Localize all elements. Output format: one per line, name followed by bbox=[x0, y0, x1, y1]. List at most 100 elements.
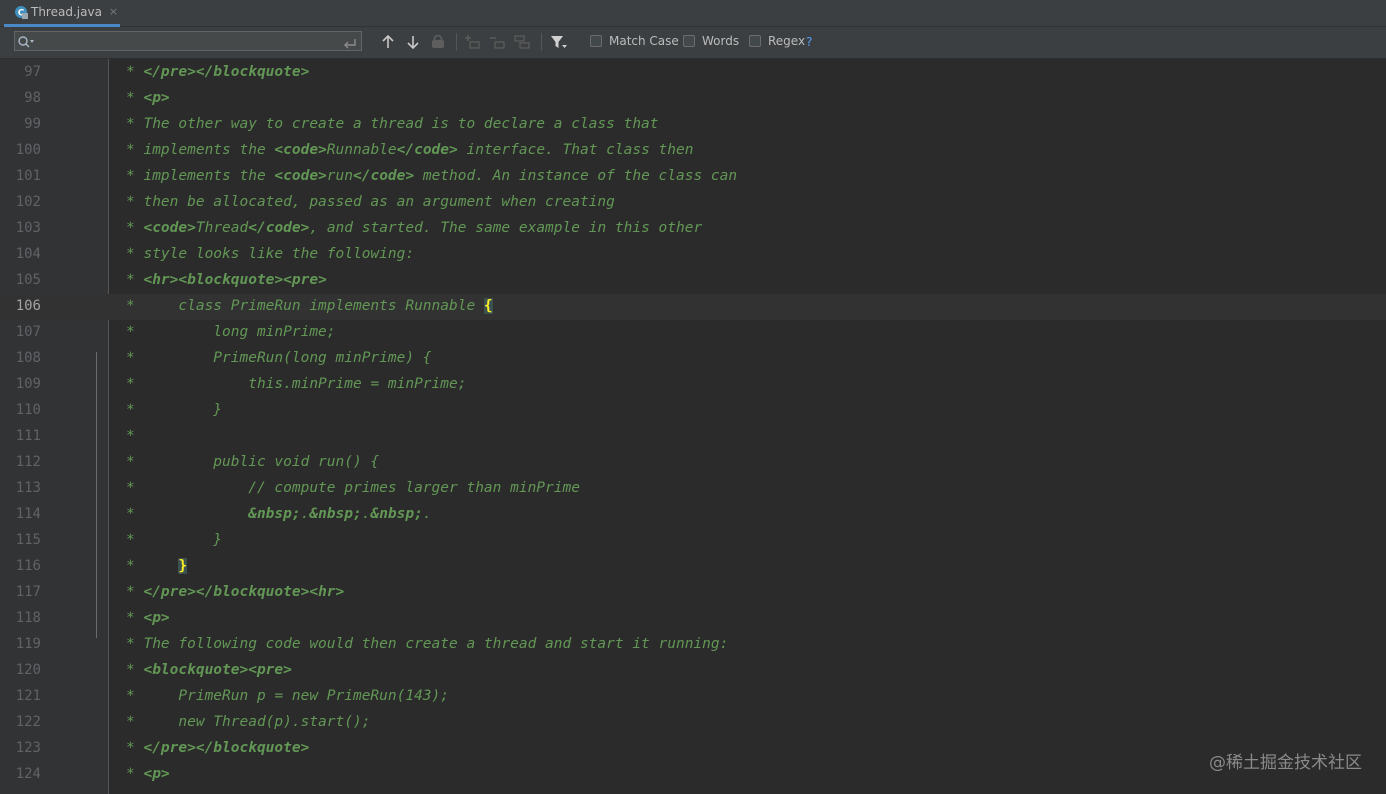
code-text[interactable]: * <code>Thread</code>, and started. The … bbox=[126, 215, 702, 241]
code-text[interactable]: * The other way to create a thread is to… bbox=[126, 111, 659, 137]
code-line[interactable]: 121 * PrimeRun p = new PrimeRun(143); bbox=[0, 683, 1386, 709]
code-text[interactable]: * new Thread(p).start(); bbox=[126, 709, 370, 735]
code-line[interactable]: 110 * } bbox=[0, 397, 1386, 423]
code-line[interactable]: 111 * bbox=[0, 423, 1386, 449]
new-line-icon[interactable] bbox=[343, 35, 357, 54]
search-input[interactable] bbox=[37, 33, 337, 49]
close-icon[interactable]: × bbox=[109, 6, 118, 18]
words-label: Words bbox=[702, 34, 740, 48]
code-text[interactable]: * style looks like the following: bbox=[126, 241, 414, 267]
code-text[interactable]: * public void run() { bbox=[126, 449, 379, 475]
code-text[interactable]: * <p> bbox=[126, 761, 170, 787]
filter-icon[interactable] bbox=[550, 34, 567, 50]
code-text[interactable]: * this.minPrime = minPrime; bbox=[126, 371, 466, 397]
comment-token: * bbox=[126, 610, 144, 626]
line-number: 102 bbox=[15, 194, 41, 210]
code-line[interactable]: 112 * public void run() { bbox=[0, 449, 1386, 475]
regex-label: Regex bbox=[768, 34, 806, 48]
code-text[interactable]: * PrimeRun(long minPrime) { bbox=[126, 345, 432, 371]
comment-token: * new Thread(p).start(); bbox=[126, 714, 371, 730]
next-occurrence-icon[interactable] bbox=[405, 34, 421, 50]
line-number: 120 bbox=[15, 662, 41, 678]
code-line[interactable]: 100 * implements the <code>Runnable</code… bbox=[0, 137, 1386, 163]
comment-token: * bbox=[126, 740, 144, 756]
code-line[interactable]: 124 * <p> bbox=[0, 761, 1386, 787]
html-tag-token: <code> bbox=[143, 220, 196, 236]
code-text[interactable]: * } bbox=[126, 527, 222, 553]
toolbar-separator bbox=[456, 33, 457, 51]
code-line[interactable]: 104 * style looks like the following: bbox=[0, 241, 1386, 267]
line-number: 109 bbox=[15, 376, 41, 392]
code-line[interactable]: 98 * <p> bbox=[0, 85, 1386, 111]
checkbox-box[interactable] bbox=[683, 35, 695, 47]
code-line[interactable]: 109 * this.minPrime = minPrime; bbox=[0, 371, 1386, 397]
code-line[interactable]: 101 * implements the <code>run</code> met… bbox=[0, 163, 1386, 189]
comment-token: * bbox=[126, 766, 144, 782]
code-text[interactable]: * </pre></blockquote> bbox=[126, 735, 309, 761]
code-text[interactable]: * <blockquote><pre> bbox=[126, 657, 292, 683]
code-text[interactable]: * then be allocated, passed as an argume… bbox=[126, 189, 615, 215]
code-line[interactable]: 116 * } bbox=[0, 553, 1386, 579]
comment-token: * } bbox=[126, 532, 223, 548]
code-text[interactable]: * </pre></blockquote><hr> bbox=[126, 579, 344, 605]
code-line[interactable]: 106 * class PrimeRun implements Runnable … bbox=[0, 293, 1386, 319]
line-number: 114 bbox=[15, 506, 41, 522]
code-text[interactable]: * long minPrime; bbox=[126, 319, 336, 345]
line-number: 113 bbox=[15, 480, 41, 496]
html-tag-token: <hr><blockquote><pre> bbox=[143, 272, 327, 288]
add-occurrence-icon[interactable] bbox=[464, 34, 480, 50]
regex-help-icon[interactable]: ? bbox=[806, 35, 812, 49]
code-line[interactable]: 97 * </pre></blockquote> bbox=[0, 59, 1386, 85]
remove-occurrence-icon[interactable] bbox=[489, 34, 505, 50]
line-number: 110 bbox=[15, 402, 41, 418]
previous-occurrence-icon[interactable] bbox=[380, 34, 396, 50]
code-text[interactable]: * The following code would then create a… bbox=[126, 631, 728, 657]
comment-token: * style looks like the following: bbox=[126, 246, 415, 262]
match-case-checkbox[interactable]: Match Case bbox=[590, 34, 679, 48]
comment-token: * // compute primes larger than minPrime bbox=[126, 480, 580, 496]
code-text[interactable]: * </pre></blockquote> bbox=[126, 59, 309, 85]
code-line[interactable]: 119 * The following code would then creat… bbox=[0, 631, 1386, 657]
code-text[interactable]: * implements the <code>run</code> method… bbox=[126, 163, 737, 189]
checkbox-box[interactable] bbox=[590, 35, 602, 47]
code-line[interactable]: 114 * &nbsp;.&nbsp;.&nbsp;. bbox=[0, 501, 1386, 527]
code-line[interactable]: 99 * The other way to create a thread is … bbox=[0, 111, 1386, 137]
line-number: 111 bbox=[15, 428, 41, 444]
words-checkbox[interactable]: Words bbox=[683, 34, 739, 48]
html-tag-token: <code> bbox=[274, 168, 327, 184]
code-text[interactable]: * implements the <code>Runnable</code> i… bbox=[126, 137, 693, 163]
code-line[interactable]: 107 * long minPrime; bbox=[0, 319, 1386, 345]
code-text[interactable]: * PrimeRun p = new PrimeRun(143); bbox=[126, 683, 449, 709]
code-line[interactable]: 113 * // compute primes larger than minPr… bbox=[0, 475, 1386, 501]
search-field[interactable] bbox=[14, 31, 362, 51]
code-line[interactable]: 108 * PrimeRun(long minPrime) { bbox=[0, 345, 1386, 371]
code-text[interactable]: * } bbox=[126, 553, 188, 579]
tab-thread-java[interactable]: C Thread.java × bbox=[4, 0, 120, 27]
regex-checkbox[interactable]: Regex bbox=[749, 34, 805, 48]
code-text[interactable]: * // compute primes larger than minPrime bbox=[126, 475, 580, 501]
code-text[interactable]: * class PrimeRun implements Runnable { bbox=[126, 293, 493, 319]
checkbox-box[interactable] bbox=[749, 35, 761, 47]
code-line[interactable]: 105 * <hr><blockquote><pre> bbox=[0, 267, 1386, 293]
code-line[interactable]: 122 * new Thread(p).start(); bbox=[0, 709, 1386, 735]
code-line[interactable]: 115 * } bbox=[0, 527, 1386, 553]
code-text[interactable]: * <p> bbox=[126, 85, 170, 111]
code-line[interactable]: 117 * </pre></blockquote><hr> bbox=[0, 579, 1386, 605]
code-text[interactable]: * <p> bbox=[126, 605, 170, 631]
comment-token: * The following code would then create a… bbox=[126, 636, 729, 652]
code-line[interactable]: 120 * <blockquote><pre> bbox=[0, 657, 1386, 683]
search-icon[interactable] bbox=[17, 34, 35, 53]
match-case-label: Match Case bbox=[609, 34, 679, 48]
comment-token: * bbox=[126, 506, 249, 522]
code-line[interactable]: 118 * <p> bbox=[0, 605, 1386, 631]
line-number: 121 bbox=[15, 688, 41, 704]
find-in-path-icon[interactable] bbox=[430, 34, 446, 50]
code-text[interactable]: * <hr><blockquote><pre> bbox=[126, 267, 327, 293]
code-line[interactable]: 103 * <code>Thread</code>, and started. T… bbox=[0, 215, 1386, 241]
code-line[interactable]: 123 * </pre></blockquote> bbox=[0, 735, 1386, 761]
select-all-occurrences-icon[interactable] bbox=[514, 34, 530, 50]
code-line[interactable]: 102 * then be allocated, passed as an arg… bbox=[0, 189, 1386, 215]
code-text[interactable]: * bbox=[126, 423, 135, 449]
code-text[interactable]: * &nbsp;.&nbsp;.&nbsp;. bbox=[126, 501, 432, 527]
code-text[interactable]: * } bbox=[126, 397, 222, 423]
